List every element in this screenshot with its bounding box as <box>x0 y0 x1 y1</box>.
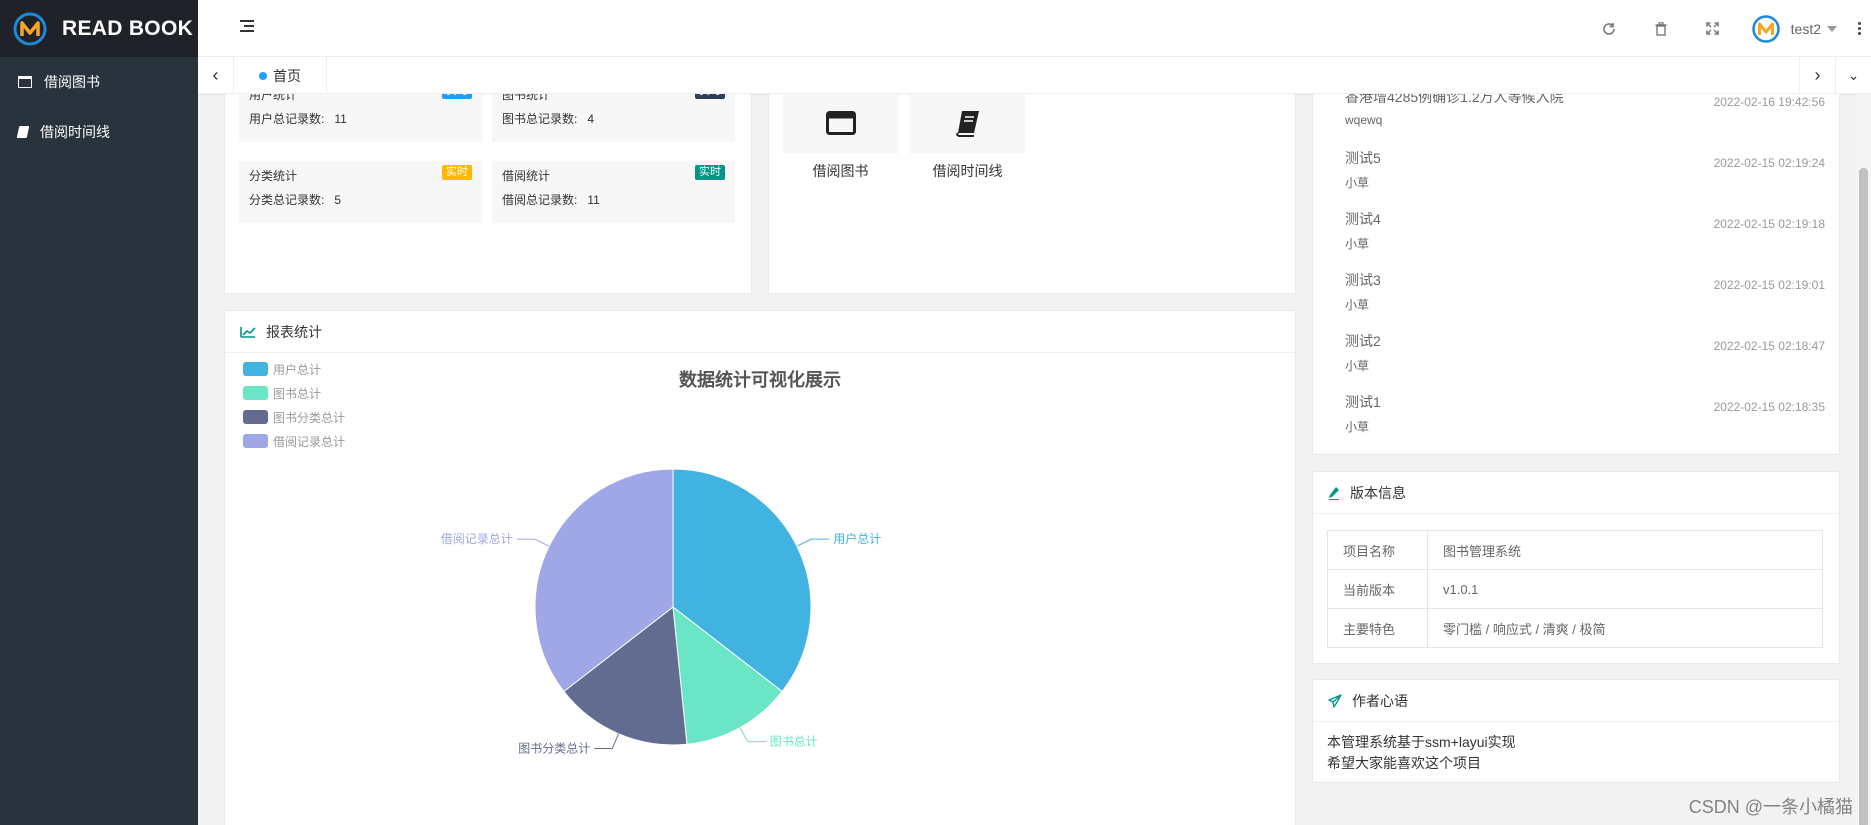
version-heading: 版本信息 <box>1350 484 1406 501</box>
version-card-header: 版本信息 <box>1313 472 1839 514</box>
sidebar-item-borrow-timeline[interactable]: 借阅时间线 <box>0 107 198 157</box>
notice-date: 2022-02-15 02:19:18 <box>1713 217 1825 231</box>
active-dot-icon <box>259 71 267 80</box>
scrollbar-thumb[interactable] <box>1859 168 1868 825</box>
sidebar-item-label: 借阅图书 <box>44 74 100 90</box>
notice-date: 2022-02-15 02:19:24 <box>1713 156 1825 170</box>
stat-user: 用户统计 实时 用户总记录数:11 <box>239 94 482 142</box>
notices-card: 香港增4285例确诊1.2万人等候入院 wqewq 2022-02-16 19:42… <box>1312 94 1840 455</box>
quick-link-label[interactable]: 借阅时间线 <box>910 161 1025 181</box>
window-icon <box>825 111 856 135</box>
notice-item[interactable]: 香港增4285例确诊1.2万人等候入院 wqewq 2022-02-16 19:42… <box>1345 94 1825 127</box>
user-menu[interactable]: test2 <box>1739 0 1847 57</box>
fullscreen-icon[interactable] <box>1687 0 1739 57</box>
tab-scroll-left-icon[interactable]: ‹ <box>198 57 234 94</box>
notice-author: 小草 <box>1345 237 1370 251</box>
sidebar: READ BOOK 借阅图书 借阅时间线 <box>0 0 198 825</box>
main-content: 用户统计 实时 用户总记录数:11 图书统计 实时 图书总记录数:4 分类统计 … <box>198 94 1856 825</box>
pie-chart: 用户总计图书总计图书分类总计 借阅记录总计 <box>441 468 881 756</box>
stat-value: 用户总记录数: 11 <box>249 112 347 126</box>
table-row: 主要特色 零门槛 / 响应式 / 清爽 / 极简 <box>1327 608 1823 648</box>
tab-menu-chevron-down-icon[interactable]: ⌄ <box>1835 57 1871 94</box>
author-note-line: 本管理系统基于ssm+layui实现 <box>1327 734 1516 750</box>
pie-slice-label: 借阅记录总计 <box>441 532 513 546</box>
logo-text: READ BOOK <box>62 16 194 40</box>
logo-icon <box>13 12 47 45</box>
tab-scroll-right-icon[interactable]: › <box>1799 57 1835 94</box>
top-header: test2 <box>198 0 1871 57</box>
pie-slice-label: 图书分类总计 <box>518 742 590 756</box>
stat-borrow: 借阅统计 实时 借阅总记录数: 11 <box>492 161 735 223</box>
pen-icon <box>1329 486 1339 500</box>
stat-category: 分类统计 实时 分类总记录数: 5 <box>239 161 482 223</box>
trash-icon[interactable] <box>1635 0 1687 57</box>
notice-item[interactable]: 测试3 小草 2022-02-15 02:19:01 <box>1345 270 1825 313</box>
stat-book: 图书统计 实时 图书总记录数:4 <box>492 94 735 142</box>
stats-card: 用户统计 实时 用户总记录数:11 图书统计 实时 图书总记录数:4 分类统计 … <box>224 94 752 294</box>
pie-label-line <box>516 538 550 547</box>
stat-title: 用户统计 <box>249 94 298 102</box>
username: test2 <box>1790 20 1821 37</box>
notice-author: 小草 <box>1345 298 1370 312</box>
notice-date: 2022-02-16 19:42:56 <box>1713 95 1825 109</box>
notice-author: 小草 <box>1345 359 1370 373</box>
quick-link-label[interactable]: 借阅图书 <box>783 161 898 181</box>
tab-home[interactable]: 首页 <box>234 57 327 94</box>
version-table: 项目名称 图书管理系统 当前版本 v1.0.1 主要特色 零门槛 / 响应式 / 清爽… <box>1327 530 1823 648</box>
notice-item[interactable]: 测试2 小草 2022-02-15 02:18:47 <box>1345 331 1825 374</box>
chevron-down-icon <box>1827 25 1837 32</box>
sidebar-item-label: 借阅时间线 <box>40 124 110 140</box>
paper-plane-icon <box>1328 693 1342 708</box>
quick-link-borrow-timeline[interactable] <box>910 94 1025 154</box>
logo-bar[interactable]: READ BOOK <box>0 0 198 57</box>
notice-author: 小草 <box>1345 176 1370 190</box>
pie-slice-label: 图书总计 <box>770 735 818 749</box>
report-card: 报表统计 用户总计 图书总计 图书分类总计 借阅记录总计 数据统计可视化展示 用… <box>224 310 1296 825</box>
notice-author: 小草 <box>1345 420 1370 434</box>
stat-value: 图书总记录数: 4 <box>502 112 595 126</box>
stat-title: 分类统计 <box>249 169 298 183</box>
pie-label-line <box>739 727 766 743</box>
avatar <box>1751 14 1780 43</box>
status-badge: 实时 <box>442 94 472 99</box>
notice-item[interactable]: 测试4 小草 2022-02-15 02:19:18 <box>1345 209 1825 252</box>
notice-item[interactable]: 测试5 小草 2022-02-15 02:19:24 <box>1345 148 1825 191</box>
page-scrollbar[interactable] <box>1856 94 1871 825</box>
more-vertical-icon[interactable] <box>1847 22 1871 35</box>
quick-link-borrow-books[interactable] <box>783 94 898 154</box>
stat-value: 借阅总记录数: 11 <box>502 193 600 207</box>
tab-bar: ‹ 首页 › ⌄ <box>198 57 1871 94</box>
refresh-icon[interactable] <box>1583 0 1635 57</box>
status-badge: 实时 <box>695 94 725 99</box>
notice-date: 2022-02-15 02:18:35 <box>1713 400 1825 414</box>
watermark: CSDN @一条小橘猫 <box>1688 797 1853 817</box>
status-badge: 实时 <box>695 165 725 180</box>
pie-slice-label: 用户总计 <box>833 531 881 546</box>
notice-date: 2022-02-15 02:18:47 <box>1713 339 1825 353</box>
status-badge: 实时 <box>442 165 472 180</box>
tab-label: 首页 <box>273 67 301 84</box>
sidebar-item-borrow-books[interactable]: 借阅图书 <box>0 57 198 107</box>
menu-toggle-icon[interactable] <box>240 20 256 34</box>
stat-title: 图书统计 <box>502 94 551 102</box>
notice-date: 2022-02-15 02:19:01 <box>1713 278 1825 292</box>
stat-title: 借阅统计 <box>502 169 551 183</box>
stat-value: 分类总记录数: 5 <box>249 193 342 207</box>
window-icon <box>18 76 32 88</box>
version-card: 版本信息 项目名称 图书管理系统 当前版本 v1.0.1 主要特色 零门槛 / 响应式… <box>1312 471 1840 664</box>
author-note-heading: 作者心语 <box>1352 692 1408 709</box>
notice-author: wqewq <box>1345 113 1383 127</box>
author-note-header: 作者心语 <box>1313 680 1839 722</box>
notice-item[interactable]: 测试1 小草 2022-02-15 02:18:35 <box>1345 392 1825 435</box>
book-icon <box>955 111 979 137</box>
book-icon <box>16 126 30 138</box>
pie-label-line <box>796 538 830 547</box>
pie-label-line <box>594 733 620 750</box>
quick-links-card: 借阅图书 借阅时间线 <box>768 94 1296 294</box>
author-note-line: 希望大家能喜欢这个项目 <box>1327 755 1481 771</box>
table-row: 项目名称 图书管理系统 <box>1327 530 1823 570</box>
table-row: 当前版本 v1.0.1 <box>1327 569 1823 609</box>
author-note-card: 作者心语 本管理系统基于ssm+layui实现 希望大家能喜欢这个项目 <box>1312 679 1840 783</box>
